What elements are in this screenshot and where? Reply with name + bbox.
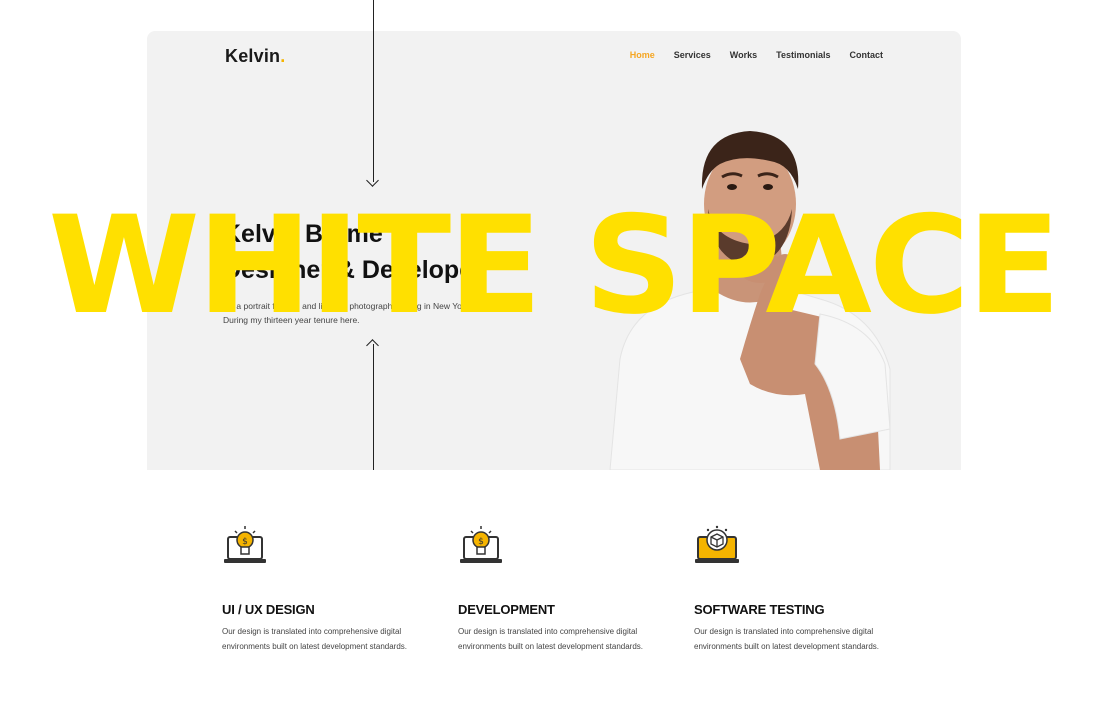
svg-text:$: $ (478, 537, 484, 547)
nav-services[interactable]: Services (674, 50, 711, 60)
bulb-laptop-icon: $ (224, 526, 266, 563)
service-description: Our design is translated into comprehens… (458, 627, 643, 651)
spacing-arrow-top (373, 0, 374, 182)
main-nav: Home Services Works Testimonials Contact (630, 50, 883, 60)
service-card-development: $ DEVELOPMENT Our design is translated i… (458, 523, 658, 654)
service-title: SOFTWARE TESTING (694, 602, 825, 617)
spacing-arrow-bottom (373, 344, 374, 470)
nav-home[interactable]: Home (630, 50, 655, 60)
nav-testimonials[interactable]: Testimonials (776, 50, 830, 60)
logo[interactable]: Kelvin. (225, 46, 285, 67)
logo-dot: . (280, 46, 286, 66)
service-card-software-testing: SOFTWARE TESTING Our design is translate… (694, 523, 894, 654)
cube-laptop-icon (695, 525, 739, 563)
bulb-laptop-icon: $ (460, 526, 502, 563)
service-title: DEVELOPMENT (458, 602, 555, 617)
service-description: Our design is translated into comprehens… (222, 627, 407, 651)
service-card-ui-ux: $ UI / UX DESIGN Our design is translate… (222, 523, 422, 654)
nav-contact[interactable]: Contact (850, 50, 884, 60)
nav-works[interactable]: Works (730, 50, 757, 60)
overlay-headline: WHITE SPACE (48, 187, 1061, 344)
svg-text:$: $ (242, 537, 248, 547)
service-description: Our design is translated into comprehens… (694, 627, 879, 651)
service-title: UI / UX DESIGN (222, 602, 315, 617)
logo-text: Kelvin (225, 46, 281, 66)
